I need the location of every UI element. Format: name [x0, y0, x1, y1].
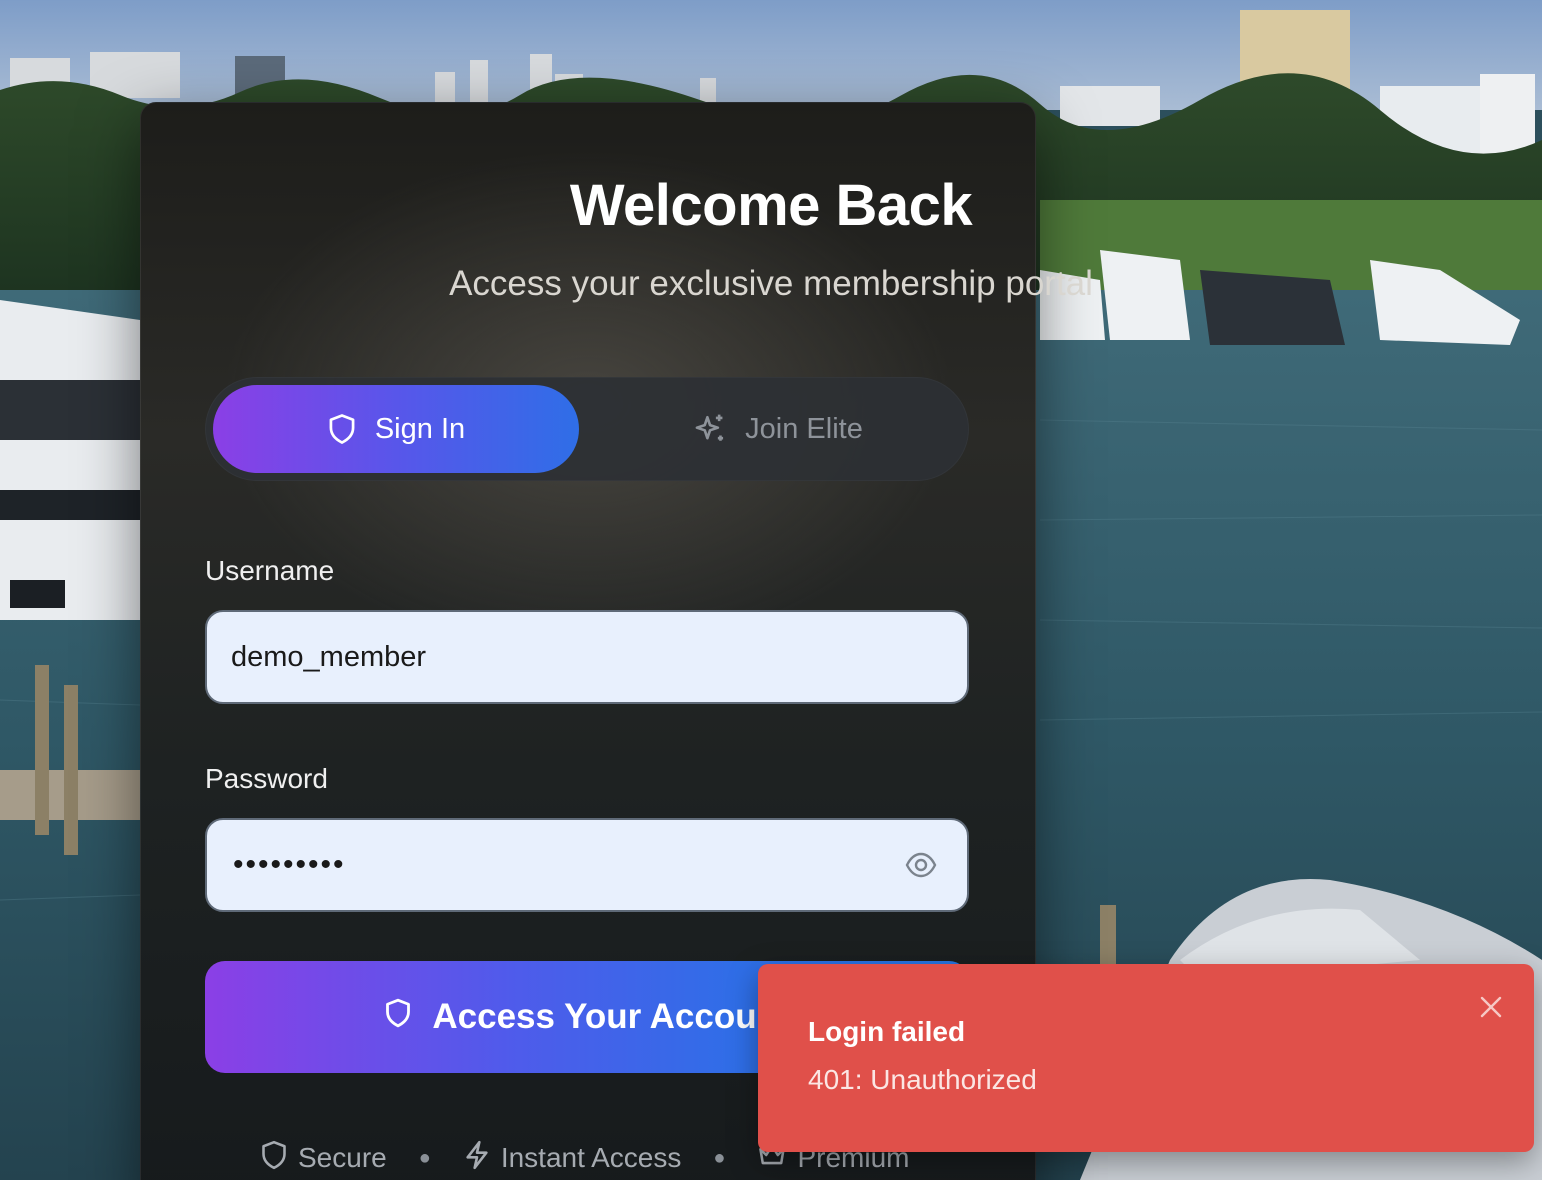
error-toast: Login failed 401: Unauthorized: [758, 964, 1534, 1152]
shield-icon: [260, 1139, 288, 1178]
password-label: Password: [205, 763, 328, 794]
tab-sign-in[interactable]: Sign In: [213, 385, 579, 473]
feature-instant-access: Instant Access: [463, 1139, 682, 1178]
sparkles-icon: [693, 412, 727, 446]
feature-instant-access-label: Instant Access: [500, 1142, 682, 1173]
lightning-icon: [463, 1139, 491, 1178]
shield-icon: [384, 997, 412, 1038]
page-subtitle: Access your exclusive membership portal: [449, 264, 1093, 303]
tab-join-elite[interactable]: Join Elite: [595, 385, 961, 473]
show-password-eye-icon[interactable]: [905, 851, 937, 879]
username-field[interactable]: [205, 610, 969, 704]
tab-join-elite-label: Join Elite: [745, 412, 863, 445]
feature-secure-label: Secure: [298, 1142, 387, 1173]
separator-dot: ●: [713, 1146, 726, 1169]
password-input[interactable]: •••••••••: [233, 820, 346, 910]
access-account-label: Access Your Account: [432, 997, 790, 1036]
tab-sign-in-label: Sign In: [374, 412, 466, 445]
toast-title: Login failed: [808, 1016, 966, 1047]
login-page: Welcome Back Access your exclusive membe…: [0, 0, 1542, 1180]
page-title: Welcome Back: [569, 173, 973, 238]
toast-message: 401: Unauthorized: [808, 1064, 1037, 1095]
password-field[interactable]: •••••••••: [205, 818, 969, 912]
username-input[interactable]: [231, 612, 871, 702]
close-icon[interactable]: [1478, 994, 1504, 1020]
auth-tab-switcher: Sign In Join Elite: [205, 377, 969, 481]
feature-secure: Secure: [260, 1139, 387, 1178]
username-label: Username: [205, 555, 335, 586]
separator-dot: ●: [418, 1146, 431, 1169]
shield-icon: [327, 413, 357, 445]
